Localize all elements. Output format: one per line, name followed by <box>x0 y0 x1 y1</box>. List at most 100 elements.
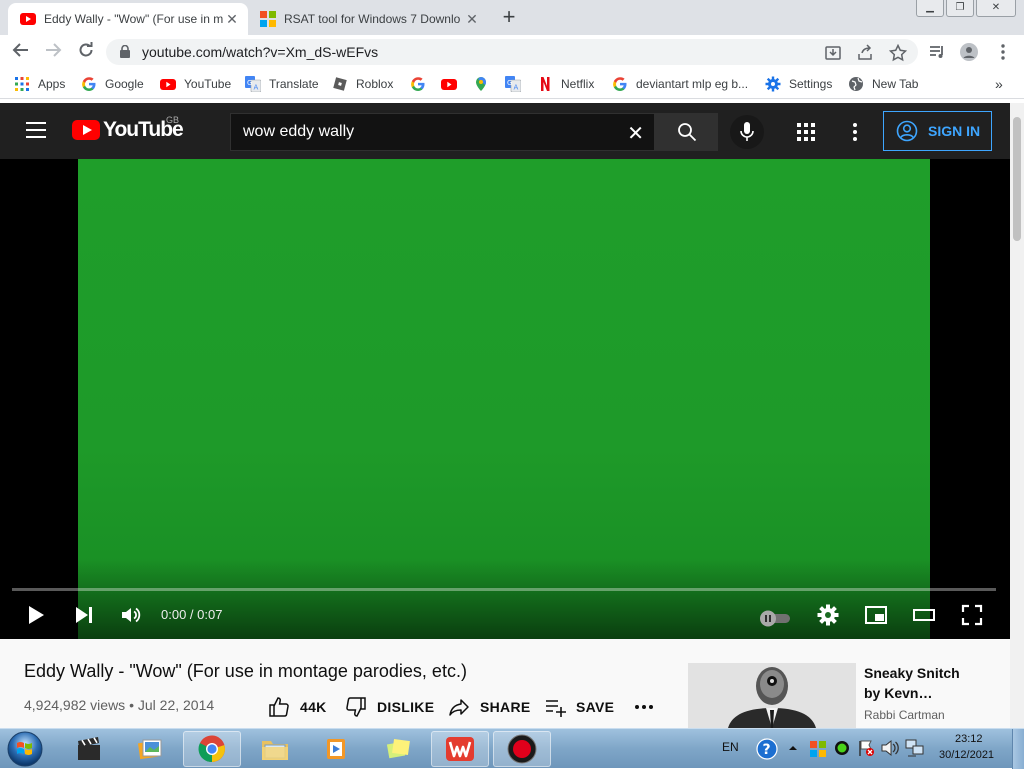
youtube-icon <box>441 79 457 90</box>
help-icon[interactable]: ? <box>756 738 778 760</box>
clock-date[interactable]: 30/12/2021 <box>939 749 994 761</box>
profile-icon[interactable] <box>960 43 978 61</box>
close-tab-icon[interactable]: ✕ <box>464 11 480 28</box>
volume-icon[interactable] <box>119 603 143 627</box>
forward-button[interactable] <box>42 41 64 63</box>
taskbar-sticky-notes[interactable] <box>369 731 427 767</box>
scrollbar-thumb[interactable] <box>1013 117 1021 241</box>
svg-text:A: A <box>514 84 519 92</box>
settings-gear-icon[interactable] <box>816 603 840 627</box>
page-scrollbar[interactable] <box>1010 103 1024 728</box>
bookmark-deviantart[interactable]: deviantart mlp eg b... <box>612 76 748 92</box>
more-bookmarks-button[interactable]: » <box>995 76 1003 92</box>
share-page-icon[interactable] <box>856 44 874 62</box>
sticky-notes-icon <box>386 738 410 759</box>
like-count: 44K <box>300 699 327 715</box>
play-icon[interactable] <box>24 603 48 627</box>
language-indicator[interactable]: EN <box>722 740 739 754</box>
settings-dots-icon[interactable] <box>852 122 858 142</box>
reload-button[interactable] <box>75 41 97 63</box>
sign-in-label: SIGN IN <box>928 123 981 139</box>
taskbar-wps-office[interactable] <box>431 731 489 767</box>
miniplayer-icon[interactable] <box>864 603 888 627</box>
taskbar-movie-maker[interactable] <box>60 731 118 767</box>
bookmark-label: YouTube <box>184 77 232 91</box>
photo-gallery-icon <box>137 739 162 760</box>
bookmark-label: Settings <box>789 77 833 91</box>
back-button[interactable] <box>10 41 32 63</box>
bookmark-translate[interactable]: GA Translate <box>245 76 319 92</box>
network-icon[interactable] <box>905 739 925 757</box>
bookmark-google-2[interactable] <box>410 76 434 92</box>
action-center-flag-icon[interactable] <box>857 739 875 757</box>
bookmark-roblox[interactable]: Roblox <box>332 76 393 92</box>
url-text: youtube.com/watch?v=Xm_dS-wEFvs <box>142 44 379 60</box>
tab-rsat[interactable]: RSAT tool for Windows 7 Downlo ✕ <box>248 3 488 35</box>
media-control-icon[interactable] <box>928 43 946 61</box>
address-bar[interactable]: youtube.com/watch?v=Xm_dS-wEFvs <box>106 39 918 65</box>
close-window-button[interactable]: ✕ <box>976 0 1016 17</box>
install-app-icon[interactable] <box>824 44 842 62</box>
bookmark-settings[interactable]: Settings <box>765 76 832 92</box>
bookmark-star-icon[interactable] <box>889 44 907 62</box>
bookmark-youtube[interactable]: YouTube <box>160 76 231 92</box>
start-button-icon[interactable] <box>6 730 44 768</box>
voice-search-button[interactable] <box>730 115 764 149</box>
suggestion-thumbnail[interactable] <box>688 663 856 728</box>
progress-bar[interactable] <box>12 588 996 591</box>
fullscreen-icon[interactable] <box>960 603 984 627</box>
search-input[interactable]: wow eddy wally ✕ <box>230 113 655 151</box>
account-icon <box>896 120 918 142</box>
taskbar-photo-gallery[interactable] <box>121 731 179 767</box>
taskbar-explorer[interactable] <box>246 731 304 767</box>
bookmark-youtube-2[interactable] <box>441 76 465 92</box>
clear-search-icon[interactable]: ✕ <box>627 121 644 146</box>
suggestion-title-line-2: by Kevn… <box>864 685 933 701</box>
bookmark-maps[interactable] <box>473 76 497 92</box>
clock-time[interactable]: 23:12 <box>955 733 983 745</box>
youtube-apps-icon[interactable] <box>797 123 815 141</box>
more-actions-button[interactable] <box>634 696 664 718</box>
minimize-button[interactable]: ▁ <box>916 0 944 17</box>
playlist-add-icon <box>546 700 566 717</box>
video-metadata: 4,924,982 views • Jul 22, 2014 <box>24 697 214 713</box>
close-tab-icon[interactable]: ✕ <box>224 11 240 28</box>
taskbar-media-player[interactable] <box>307 731 365 767</box>
suggestion-channel[interactable]: Rabbi Cartman <box>864 708 945 722</box>
like-button[interactable]: 44K <box>268 696 327 718</box>
show-desktop-button[interactable] <box>1012 729 1024 769</box>
bookmark-netflix[interactable]: Netflix <box>537 76 594 92</box>
windows-flag-tray-icon[interactable] <box>809 740 827 758</box>
bookmark-new-tab[interactable]: New Tab <box>848 76 918 92</box>
forward-arrow-icon <box>46 43 62 57</box>
new-tab-button[interactable]: + <box>498 6 520 29</box>
save-button[interactable]: SAVE <box>544 696 614 718</box>
suggestion-title[interactable]: Sneaky Snitch by Kevn… <box>864 663 960 703</box>
next-video-icon[interactable] <box>72 603 96 627</box>
share-button[interactable]: SHARE <box>448 696 531 718</box>
bookmark-translate-2[interactable]: GA <box>505 76 529 92</box>
speaker-icon[interactable] <box>880 739 900 757</box>
hamburger-menu-icon[interactable] <box>26 122 46 138</box>
bookmark-apps[interactable]: Apps <box>14 76 65 92</box>
autoplay-toggle-icon[interactable] <box>758 606 794 630</box>
back-arrow-icon <box>12 43 28 57</box>
tab-youtube[interactable]: Eddy Wally - "Wow" (For use in m ✕ <box>8 3 248 35</box>
theater-mode-icon[interactable] <box>912 603 936 627</box>
taskbar-chrome[interactable] <box>183 731 241 767</box>
kebab-menu-icon[interactable] <box>994 43 1012 61</box>
dislike-button[interactable]: DISLIKE <box>345 696 434 718</box>
windows-taskbar: EN ? 23:12 30/12/2021 <box>0 728 1024 769</box>
thumbs-down-icon <box>346 697 366 717</box>
show-hidden-icons-icon[interactable] <box>789 744 797 752</box>
status-green-icon[interactable] <box>834 740 850 756</box>
youtube-logo-icon[interactable] <box>72 120 100 140</box>
sign-in-button[interactable]: SIGN IN <box>883 111 992 151</box>
search-button[interactable] <box>655 113 718 151</box>
video-player[interactable]: 0:00 / 0:07 <box>0 159 1010 639</box>
taskbar-recorder[interactable] <box>493 731 551 767</box>
restore-button[interactable]: ❐ <box>946 0 974 17</box>
suggestion-title-line-1: Sneaky Snitch <box>864 665 960 681</box>
time-display: 0:00 / 0:07 <box>161 607 223 622</box>
bookmark-google[interactable]: Google <box>81 76 144 92</box>
